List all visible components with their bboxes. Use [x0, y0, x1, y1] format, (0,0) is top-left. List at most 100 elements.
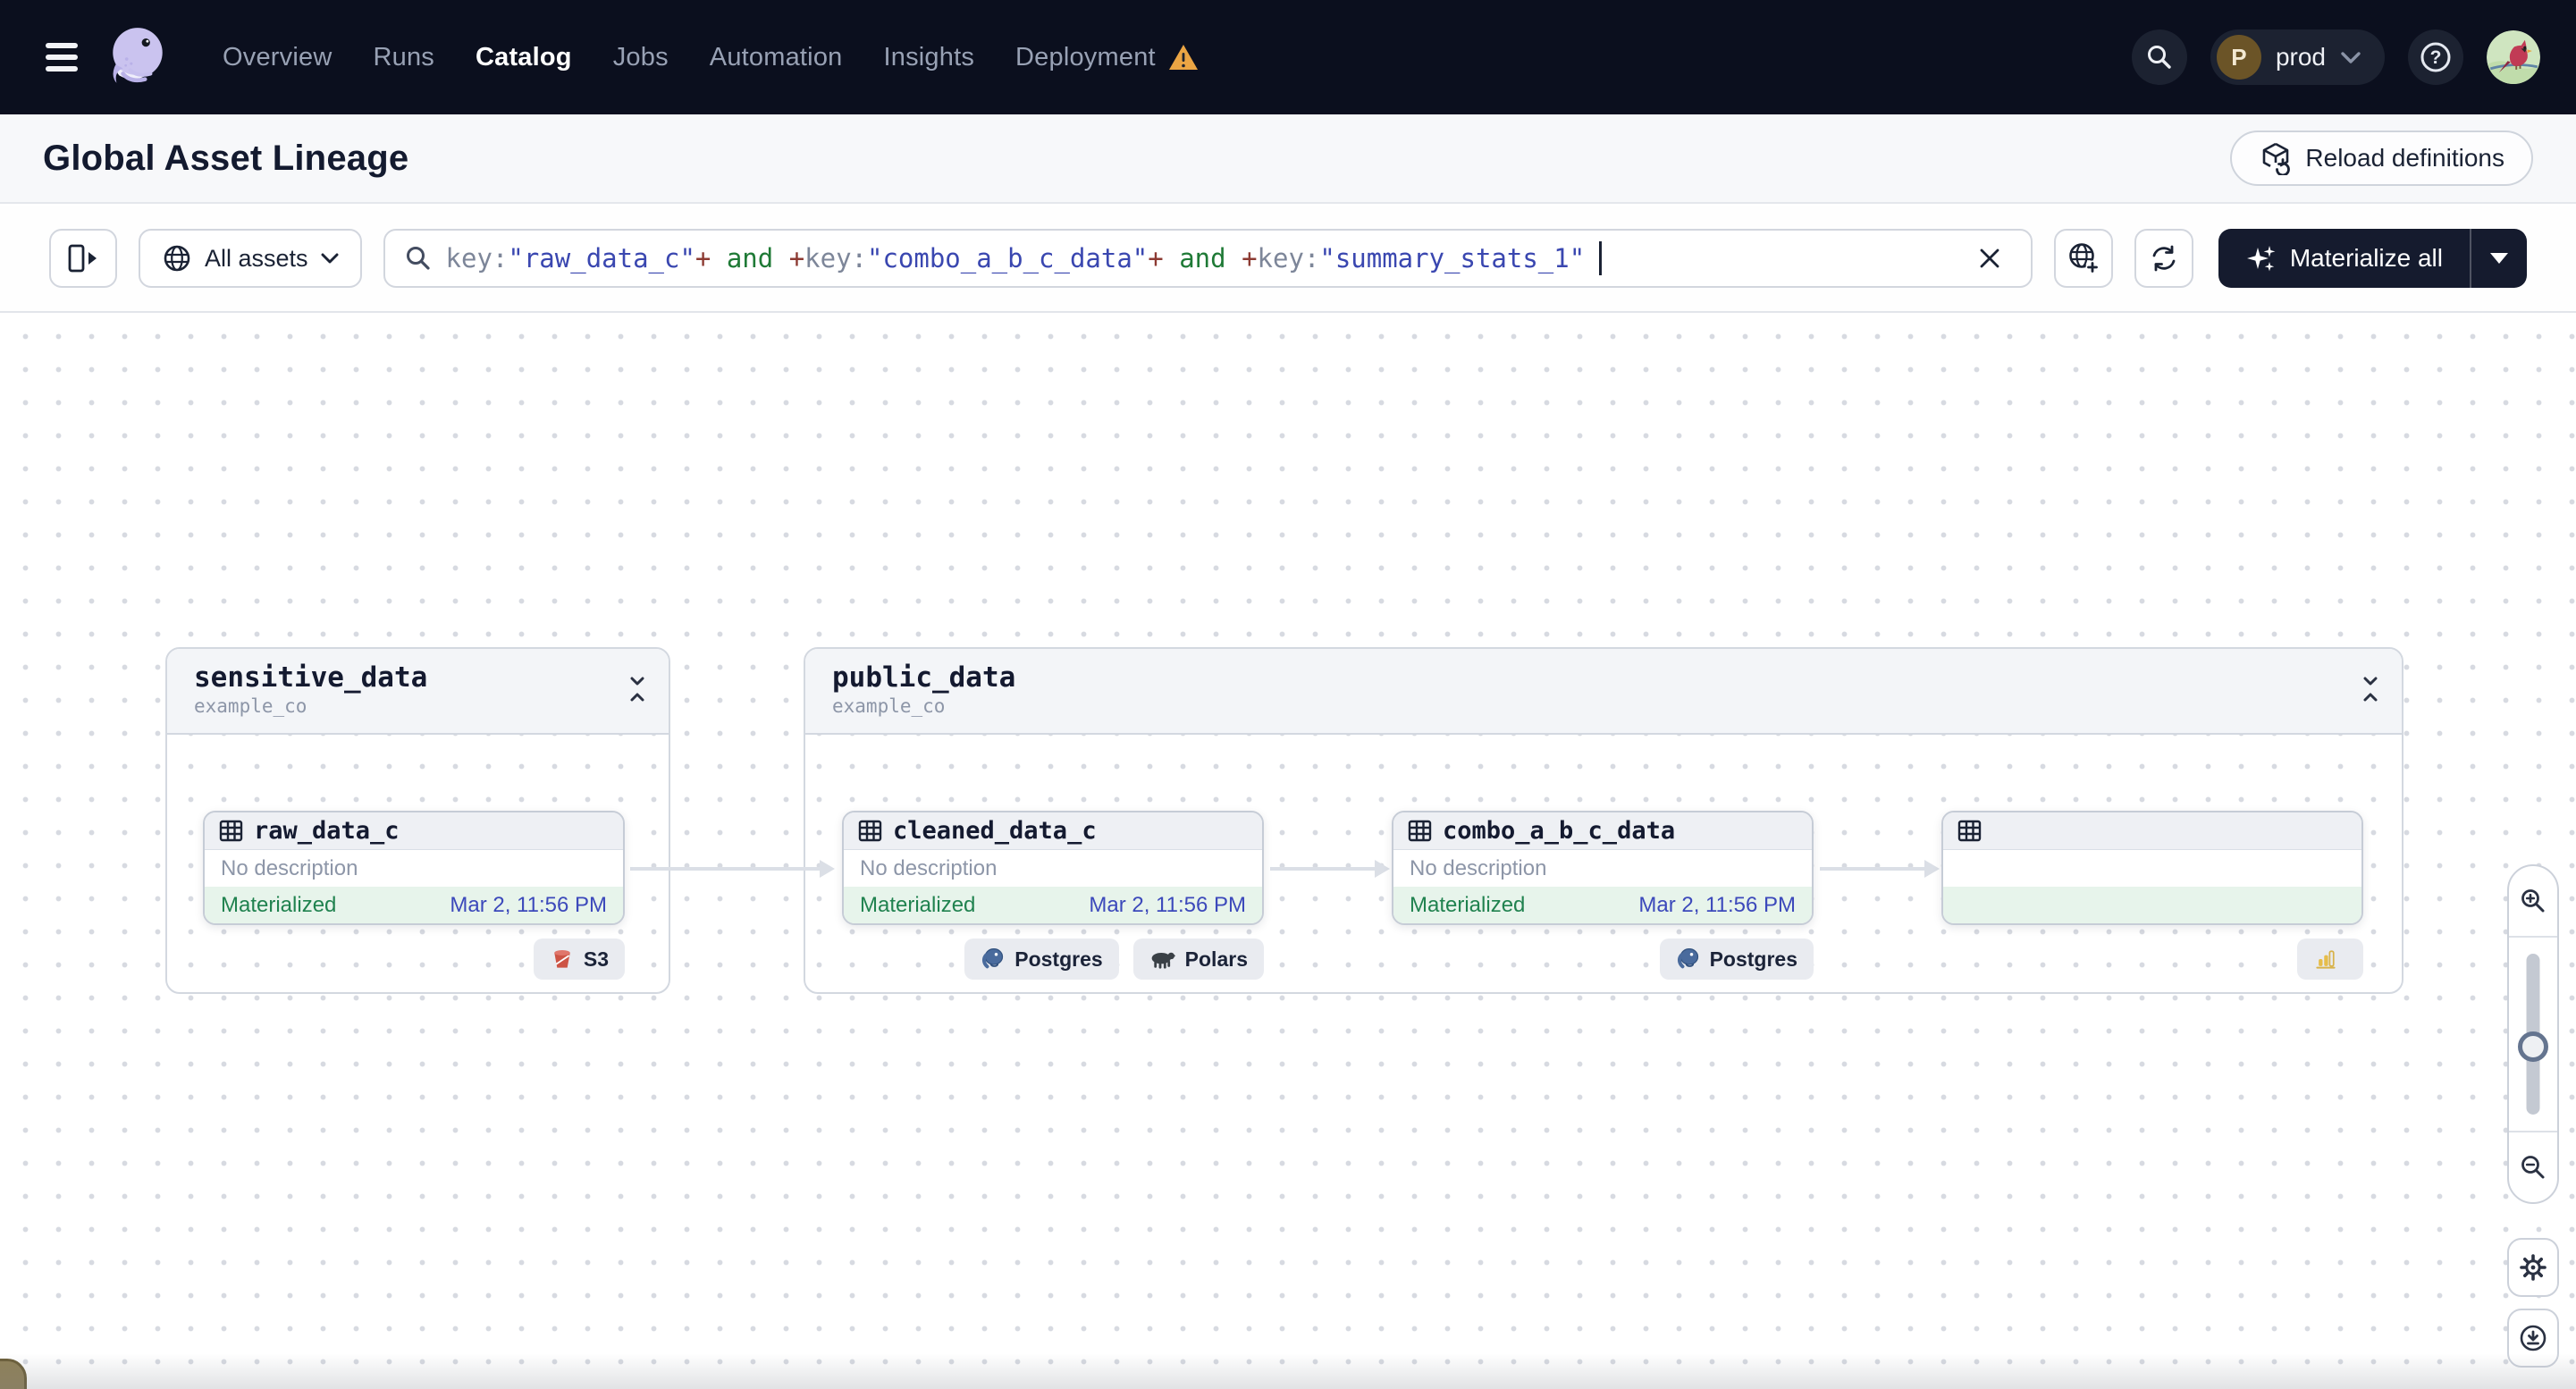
- query-segment: key:: [804, 243, 867, 274]
- asset-tags-row: S3: [203, 939, 625, 980]
- table-icon: [858, 820, 882, 842]
- collapse-group-icon[interactable]: [2359, 674, 2382, 704]
- chevron-down-icon: [2341, 52, 2361, 63]
- add-scope-button[interactable]: [2053, 229, 2113, 288]
- chevron-down-icon: [321, 253, 339, 264]
- sparkles-icon: [2246, 246, 2276, 272]
- asset-description: [1943, 850, 2361, 887]
- refresh-icon: [2152, 245, 2176, 272]
- tag-label: Postgres: [1014, 947, 1103, 971]
- materialization-timestamp[interactable]: Mar 2, 11:56 PM: [1638, 893, 1796, 918]
- collapse-group-icon[interactable]: [626, 674, 649, 704]
- open-panel-button[interactable]: [49, 229, 117, 288]
- group-name: sensitive_data: [194, 661, 428, 694]
- deployment-switcher[interactable]: P prod: [2210, 29, 2385, 85]
- asset-status-row: Materialized Mar 2, 11:56 PM: [1393, 887, 1812, 923]
- powerbi-icon: [2316, 950, 2336, 969]
- kind-tag-polars[interactable]: Polars: [1132, 939, 1264, 980]
- refresh-button[interactable]: [2134, 229, 2193, 288]
- tag-label: Postgres: [1709, 947, 1797, 971]
- asset-node-header: raw_data_c: [205, 812, 623, 850]
- dropdown-arrow-icon: [2490, 253, 2508, 264]
- svg-text:?: ?: [2430, 47, 2442, 68]
- status-badge: Materialized: [860, 892, 976, 917]
- gear-icon: [2520, 1254, 2547, 1281]
- kind-tag-s3[interactable]: S3: [533, 939, 625, 980]
- group-location: example_co: [194, 695, 307, 717]
- query-segment: key:: [445, 243, 509, 274]
- search-button[interactable]: [2131, 29, 2187, 85]
- materialize-all-button[interactable]: Materialize all: [2218, 229, 2470, 288]
- asset-node-raw-data-c[interactable]: raw_data_c No description Materialized M…: [203, 811, 625, 925]
- deployment-avatar: P: [2216, 35, 2261, 80]
- clear-search-button[interactable]: [1966, 235, 2013, 282]
- kind-tag-postgres[interactable]: Postgres: [964, 939, 1119, 980]
- zoom-out-icon: [2521, 1156, 2545, 1179]
- download-view-button[interactable]: [2507, 1309, 2559, 1368]
- group-location: example_co: [832, 695, 946, 717]
- asset-node-header: cleaned_data_c: [844, 812, 1262, 850]
- asset-scope-dropdown[interactable]: All assets: [139, 229, 362, 288]
- asset-search-input[interactable]: key:"raw_data_c"+ and +key:"combo_a_b_c_…: [383, 229, 2033, 288]
- zoom-slider[interactable]: [2509, 936, 2557, 1132]
- group-header[interactable]: public_data example_co: [805, 649, 2402, 735]
- kind-tag-powerbi[interactable]: [2297, 939, 2363, 980]
- zoom-in-button[interactable]: [2509, 866, 2557, 936]
- warning-icon: [1168, 45, 1198, 70]
- lineage-edge: [630, 860, 835, 878]
- group-name: public_data: [832, 661, 1016, 694]
- cardinal-avatar-image: [2487, 30, 2540, 84]
- query-segment: +: [1148, 243, 1164, 274]
- asset-node-cleaned-data-c[interactable]: cleaned_data_c No description Materializ…: [842, 811, 1264, 925]
- nav-item-runs[interactable]: Runs: [373, 43, 434, 72]
- search-icon: [406, 247, 430, 270]
- nav-item-jobs[interactable]: Jobs: [613, 43, 669, 72]
- postgres-icon: [982, 948, 1004, 969]
- user-avatar[interactable]: [2487, 30, 2540, 84]
- query-segment: key:: [1257, 243, 1320, 274]
- topbar-right-actions: P prod ?: [2131, 29, 2540, 85]
- download-icon: [2520, 1325, 2547, 1351]
- asset-tags-row: [1941, 939, 2363, 980]
- zoom-out-button[interactable]: [2509, 1132, 2557, 1202]
- dagster-logo-icon[interactable]: [103, 22, 173, 92]
- reload-definitions-button[interactable]: Reload definitions: [2230, 130, 2533, 186]
- help-button[interactable]: ?: [2408, 29, 2463, 85]
- search-query: key:"raw_data_c"+ and +key:"combo_a_b_c_…: [446, 243, 1586, 274]
- tag-label: S3: [583, 947, 609, 971]
- deployment-name: prod: [2275, 43, 2326, 71]
- query-segment: +: [695, 243, 711, 274]
- nav-item-insights[interactable]: Insights: [883, 43, 974, 72]
- help-icon: ?: [2420, 42, 2451, 72]
- query-segment: and: [711, 243, 789, 274]
- asset-name: raw_data_c: [254, 817, 400, 845]
- asset-node-combo-a-b-c-data[interactable]: combo_a_b_c_data No description Material…: [1392, 811, 1814, 925]
- asset-node-summary-stats-1[interactable]: [1941, 811, 2363, 925]
- table-icon: [219, 820, 243, 842]
- group-header[interactable]: sensitive_data example_co: [167, 649, 669, 735]
- filter-bar: All assets key:"raw_data_c"+ and +key:"c…: [0, 206, 2576, 313]
- table-icon: [1408, 820, 1432, 842]
- bottom-left-peek-element: [0, 1359, 27, 1389]
- nav-item-deployment[interactable]: Deployment: [1015, 43, 1199, 72]
- materialization-timestamp[interactable]: Mar 2, 11:56 PM: [450, 893, 607, 918]
- zoom-slider-handle[interactable]: [2518, 1031, 2548, 1062]
- asset-description: No description: [860, 855, 998, 880]
- graph-settings-button[interactable]: [2507, 1238, 2559, 1297]
- lineage-canvas[interactable]: sensitive_data example_co public_data ex…: [0, 315, 2576, 1389]
- kind-tag-postgres[interactable]: Postgres: [1659, 939, 1814, 980]
- asset-tags-row: Postgres: [1392, 939, 1814, 980]
- hamburger-menu-icon[interactable]: [46, 43, 78, 72]
- lineage-edge: [1270, 860, 1390, 878]
- text-cursor: [1599, 241, 1603, 275]
- materialize-options-button[interactable]: [2470, 229, 2527, 288]
- asset-status-row: [1943, 887, 2361, 923]
- query-segment: "combo_a_b_c_data": [867, 243, 1149, 274]
- asset-name: combo_a_b_c_data: [1443, 817, 1676, 845]
- postgres-icon: [1677, 948, 1698, 969]
- nav-item-automation[interactable]: Automation: [710, 43, 843, 72]
- nav-item-catalog[interactable]: Catalog: [476, 43, 572, 72]
- materialization-timestamp[interactable]: Mar 2, 11:56 PM: [1089, 893, 1246, 918]
- nav-item-overview[interactable]: Overview: [223, 43, 332, 72]
- query-segment: "summary_stats_1": [1319, 243, 1586, 274]
